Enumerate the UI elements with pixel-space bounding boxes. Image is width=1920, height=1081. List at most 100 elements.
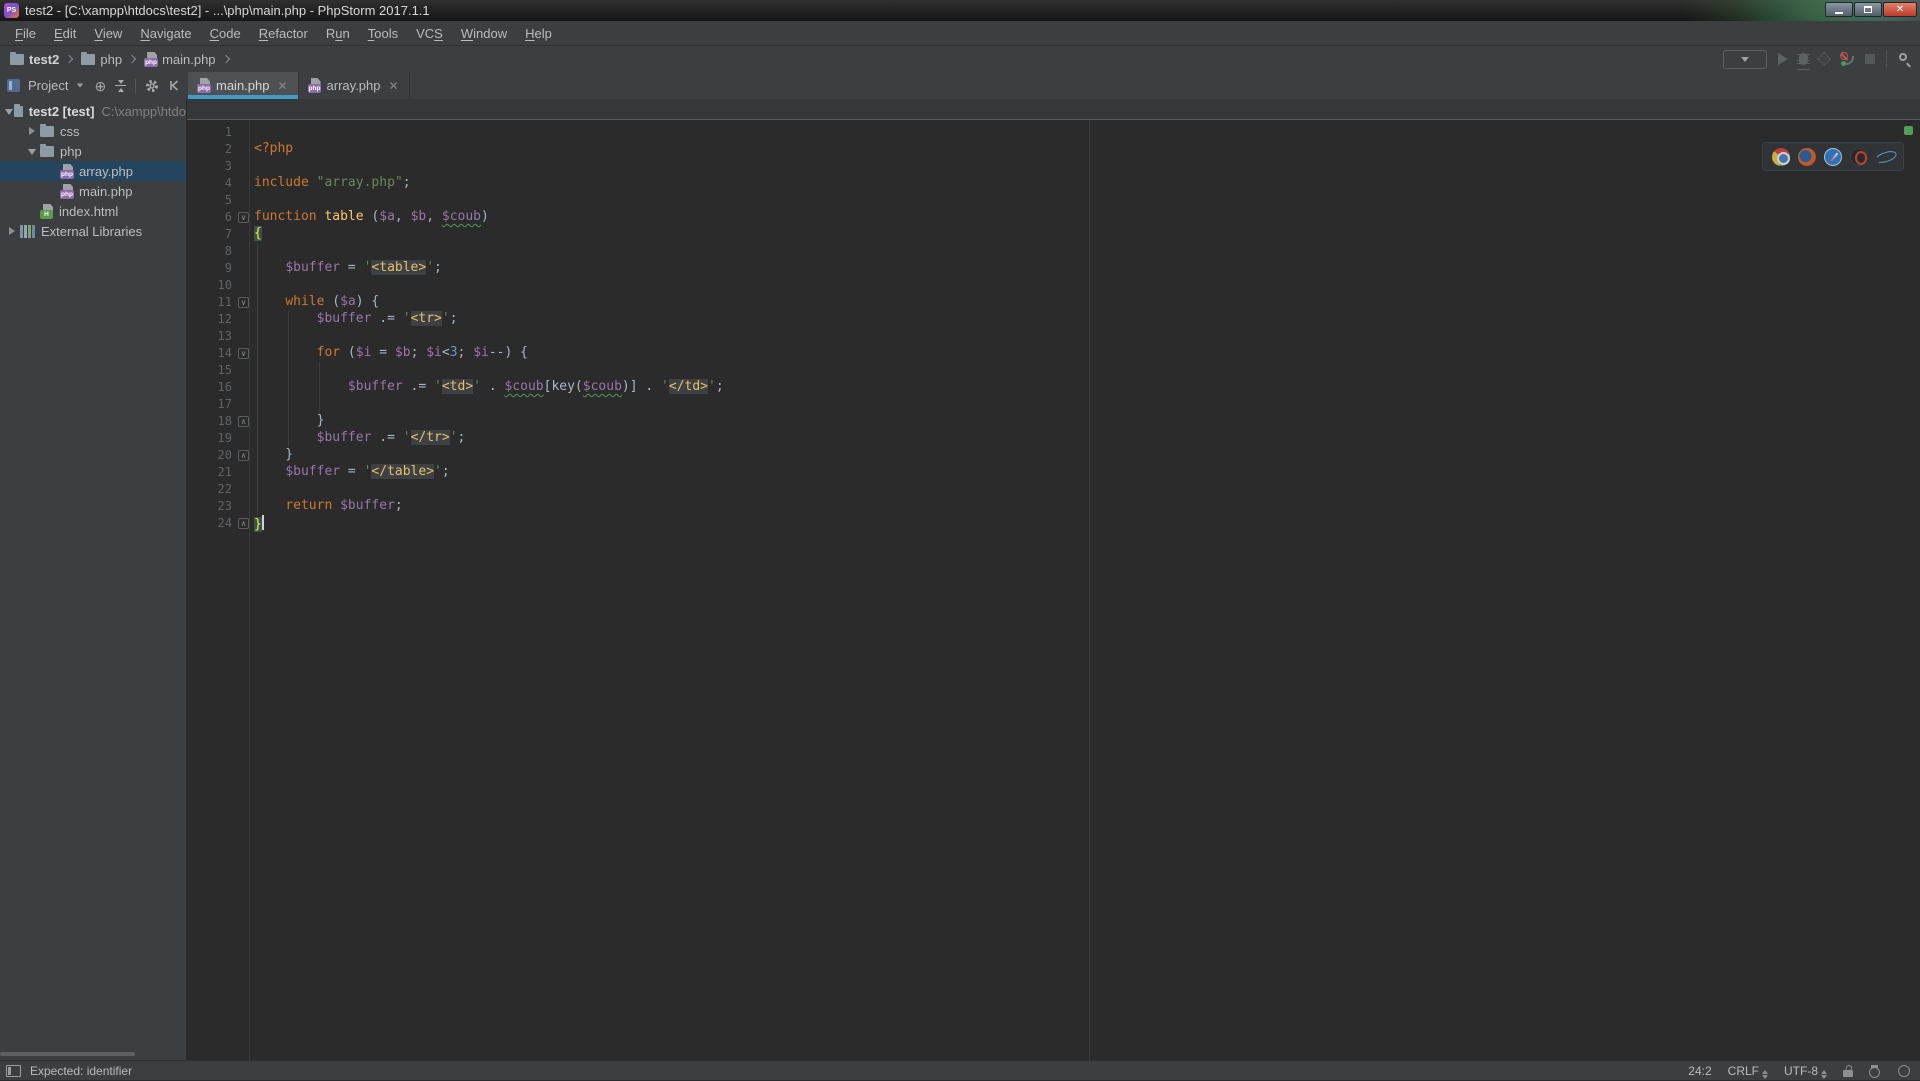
code-line[interactable] <box>254 481 724 498</box>
code-line[interactable]: for ($i = $b; $i<3; $i--) { <box>254 345 724 362</box>
tree-expanded-arrow[interactable] <box>24 148 40 155</box>
menu-item-window[interactable]: Window <box>452 23 516 44</box>
fold-end-marker[interactable]: ∧ <box>238 518 249 529</box>
code-line[interactable]: $buffer = '</table>'; <box>254 464 724 481</box>
tree-item-test2-test-[interactable]: test2 [test] C:\xampp\htdo <box>0 101 186 121</box>
line-separator-widget[interactable]: CRLF <box>1728 1064 1768 1079</box>
browser-firefox-icon[interactable] <box>1798 147 1816 166</box>
collapse-all-icon[interactable] <box>115 79 127 92</box>
code-token: { <box>254 226 262 241</box>
browser-safari-icon[interactable] <box>1824 147 1842 166</box>
tab-close-icon[interactable]: ✕ <box>277 79 287 93</box>
project-tool-window[interactable]: test2 [test] C:\xampp\htdo css php php array.… <box>0 99 187 1060</box>
code-line[interactable] <box>254 192 724 209</box>
menu-item-navigate[interactable]: Navigate <box>131 23 200 44</box>
menu-item-tools[interactable]: Tools <box>359 23 407 44</box>
highlighting-level-icon[interactable] <box>1869 1064 1882 1078</box>
hide-panel-icon[interactable] <box>168 79 181 92</box>
menu-item-code[interactable]: Code <box>201 23 250 44</box>
updown-icon <box>1821 1069 1827 1079</box>
coverage-icon[interactable] <box>1816 51 1832 67</box>
stop-icon[interactable] <box>1865 54 1875 64</box>
debug-icon[interactable] <box>1797 53 1810 70</box>
fold-start-marker[interactable]: ∨ <box>238 297 249 308</box>
code-line[interactable]: while ($a) { <box>254 294 724 311</box>
project-panel-icon <box>7 79 20 92</box>
lock-icon[interactable] <box>1843 1064 1853 1077</box>
tab-array-php[interactable]: php array.php ✕ <box>299 72 410 99</box>
settings-gear-icon[interactable] <box>145 79 159 93</box>
attach-debugger-icon[interactable] <box>1840 52 1854 66</box>
tab-close-icon[interactable]: ✕ <box>389 79 399 93</box>
code-line[interactable] <box>254 158 724 175</box>
minimize-button[interactable] <box>1825 2 1853 17</box>
code-line[interactable]: return $buffer; <box>254 498 724 515</box>
fold-start-marker[interactable]: ∨ <box>238 212 249 223</box>
code-token: ' <box>434 464 442 479</box>
code-line[interactable]: $buffer .= '</tr>'; <box>254 430 724 447</box>
close-button[interactable]: ✕ <box>1883 2 1917 17</box>
tree-item-external-libraries[interactable]: External Libraries <box>0 221 186 241</box>
horizontal-scrollbar[interactable] <box>0 1052 135 1056</box>
run-icon[interactable] <box>1778 53 1788 65</box>
code-line[interactable]: function table ($a, $b, $coub) <box>254 209 724 226</box>
tree-item-index-html[interactable]: Hindex.html <box>0 201 186 221</box>
browser-ie-icon[interactable] <box>1876 148 1894 166</box>
tree-item-label: css <box>60 123 80 139</box>
maximize-button[interactable] <box>1854 2 1882 17</box>
tree-item-css[interactable]: css <box>0 121 186 141</box>
code-area[interactable]: <?php include "array.php"; function table … <box>254 124 724 532</box>
tree-collapsed-arrow[interactable] <box>4 227 20 235</box>
breadcrumb-item-main-php[interactable]: php main.php <box>142 50 217 69</box>
tool-window-toggle-icon[interactable] <box>6 1064 21 1077</box>
notifications-icon[interactable] <box>1898 1065 1910 1077</box>
code-line[interactable] <box>254 124 724 141</box>
tree-item-label: index.html <box>59 203 119 219</box>
tab-main-php[interactable]: php main.php ✕ <box>188 72 299 99</box>
breadcrumb-item-test2[interactable]: test2 <box>8 50 61 69</box>
code-line[interactable]: } <box>254 413 724 430</box>
fold-start-marker[interactable]: ∨ <box>238 348 249 359</box>
menu-item-edit[interactable]: Edit <box>45 23 85 44</box>
locate-file-icon[interactable]: ⊕ <box>94 79 106 93</box>
tree-item-array-php[interactable]: php array.php <box>0 161 186 181</box>
code-line[interactable] <box>254 277 724 294</box>
inspection-status-icon[interactable] <box>1904 126 1913 135</box>
code-editor[interactable]: 1 2 3 4 5 6 ∨ 7 8 9 10 11 ∨ 12 13 14 ∨ 15 16 17 18 ∧ 19 20 ∧ 21 22… <box>187 120 1920 1060</box>
encoding-widget[interactable]: UTF-8 <box>1784 1064 1827 1079</box>
fold-end-marker[interactable]: ∧ <box>238 450 249 461</box>
chevron-down-icon[interactable] <box>77 83 84 88</box>
code-line[interactable]: } <box>254 515 724 532</box>
browser-opera-icon[interactable] <box>1850 147 1868 166</box>
code-line[interactable]: $buffer = '<table>'; <box>254 260 724 277</box>
breadcrumb-item-php[interactable]: php <box>79 50 124 69</box>
code-line[interactable]: { <box>254 226 724 243</box>
code-line[interactable] <box>254 243 724 260</box>
code-line[interactable]: include "array.php"; <box>254 175 724 192</box>
tree-collapsed-arrow[interactable] <box>24 127 40 135</box>
fold-end-marker[interactable]: ∧ <box>238 416 249 427</box>
menu-item-run[interactable]: Run <box>317 23 359 44</box>
code-line[interactable]: } <box>254 447 724 464</box>
project-panel-header[interactable]: Project ⊕ <box>0 72 187 99</box>
menu-item-help[interactable]: Help <box>516 23 561 44</box>
run-configuration-dropdown[interactable] <box>1723 49 1767 69</box>
tree-item-php[interactable]: php <box>0 141 186 161</box>
code-line[interactable]: $buffer .= '<td>' . $coub[key($coub)] . … <box>254 379 724 396</box>
code-line[interactable] <box>254 362 724 379</box>
code-line[interactable] <box>254 396 724 413</box>
tree-expanded-arrow[interactable] <box>4 108 14 115</box>
code-line[interactable]: $buffer .= '<tr>'; <box>254 311 724 328</box>
menu-item-view[interactable]: View <box>85 23 131 44</box>
menu-item-file[interactable]: File <box>6 23 45 44</box>
tree-item-label: test2 [test] <box>28 103 95 119</box>
code-line[interactable] <box>254 328 724 345</box>
menu-item-vcs[interactable]: VCS <box>407 23 452 44</box>
code-line[interactable]: <?php <box>254 141 724 158</box>
tree-item-main-php[interactable]: php main.php <box>0 181 186 201</box>
menu-item-refactor[interactable]: Refactor <box>250 23 317 44</box>
search-everywhere-icon[interactable] <box>1898 52 1912 68</box>
expand-arrow-icon <box>28 148 36 155</box>
caret-position[interactable]: 24:2 <box>1688 1064 1711 1078</box>
browser-chrome-icon[interactable] <box>1772 147 1790 166</box>
